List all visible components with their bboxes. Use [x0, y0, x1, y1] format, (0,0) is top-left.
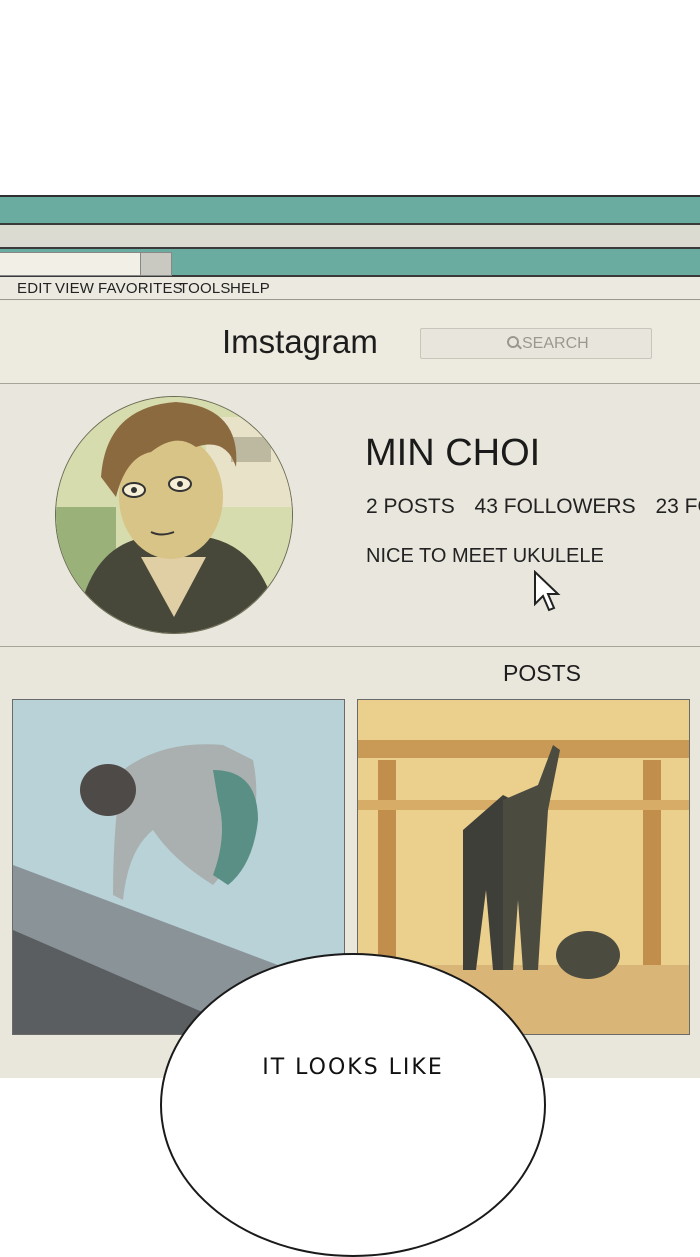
search-placeholder: SEARCH [522, 335, 589, 352]
menu-edit[interactable]: EDIT [17, 280, 52, 297]
speech-bubble: IT LOOKS LIKE [160, 953, 546, 1257]
tab-row [0, 249, 700, 277]
following-count[interactable]: 23 FOLLOWING [655, 495, 700, 518]
site-header: Imstagram SEARCH [0, 301, 700, 384]
browser-window: EDIT VIEW FAVORITES TOOLS HELP Imstagram… [0, 195, 700, 1078]
posts-count[interactable]: 2 POSTS [366, 495, 455, 518]
profile-section: MIN CHOI 2 POSTS 43 FOLLOWERS 23 FOLLOWI… [0, 384, 700, 647]
menu-help[interactable]: HELP [230, 280, 270, 297]
menu-bar: EDIT VIEW FAVORITES TOOLS HELP [0, 277, 700, 300]
speech-bubble-text: IT LOOKS LIKE [262, 1055, 444, 1080]
tab-button[interactable] [140, 252, 172, 276]
posts-heading: POSTS [503, 660, 581, 686]
avatar-illustration [56, 397, 292, 633]
search-icon [507, 336, 519, 348]
address-tab[interactable] [0, 252, 141, 276]
toolbar-strip [0, 225, 700, 249]
menu-tools[interactable]: TOOLS [179, 280, 231, 297]
menu-favorites[interactable]: FAVORITES [98, 280, 183, 297]
profile-username: MIN CHOI [365, 432, 541, 474]
mouse-cursor-icon [534, 570, 561, 612]
profile-bio: NICE TO MEET UKULELE [366, 545, 604, 567]
title-bar [0, 197, 700, 225]
profile-stats: 2 POSTS 43 FOLLOWERS 23 FOLLOWING [366, 495, 700, 519]
avatar[interactable] [55, 396, 293, 634]
search-input[interactable]: SEARCH [420, 328, 652, 359]
menu-view[interactable]: VIEW [55, 280, 94, 297]
followers-count[interactable]: 43 FOLLOWERS [475, 495, 636, 518]
site-logo[interactable]: Imstagram [222, 323, 378, 361]
